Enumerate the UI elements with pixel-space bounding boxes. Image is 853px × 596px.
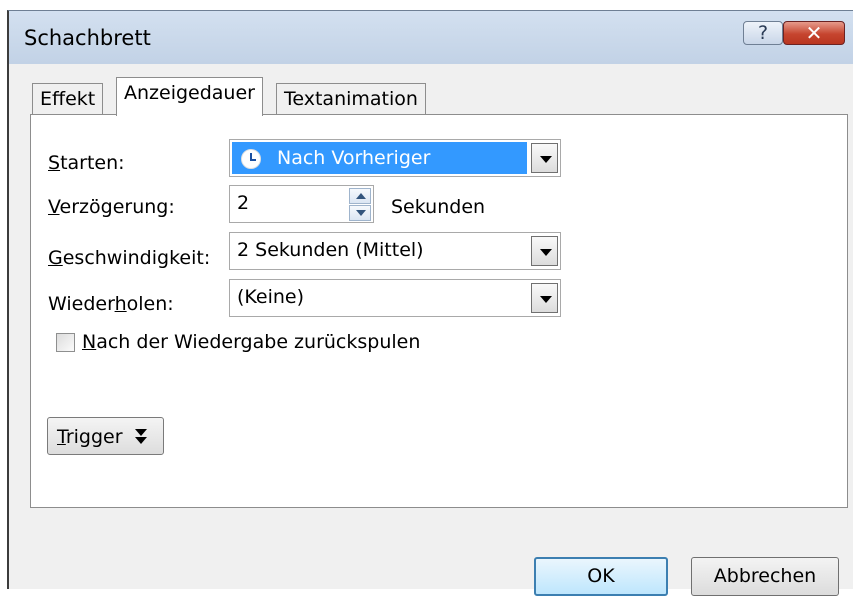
delay-stepper[interactable]: 2 xyxy=(229,185,374,223)
cancel-button[interactable]: Abbrechen xyxy=(691,557,839,596)
dialog-window: Schachbrett ? ✕ Effekt Anzeigedauer Text… xyxy=(7,10,853,596)
tab-textanimation[interactable]: Textanimation xyxy=(276,83,426,115)
rewind-checkbox[interactable] xyxy=(56,333,75,352)
spin-up-icon[interactable] xyxy=(349,188,371,204)
title-bar: Schachbrett ? ✕ xyxy=(9,11,853,64)
close-button[interactable]: ✕ xyxy=(783,21,845,45)
trigger-label: Trigger xyxy=(57,426,123,448)
tab-effekt[interactable]: Effekt xyxy=(32,83,104,115)
speed-value: 2 Sekunden (Mittel) xyxy=(237,239,424,261)
start-label: Starten: xyxy=(48,152,125,174)
trigger-button[interactable]: Trigger xyxy=(47,417,164,455)
speed-dropdown[interactable]: 2 Sekunden (Mittel) xyxy=(229,232,561,270)
help-button[interactable]: ? xyxy=(743,21,783,45)
delay-value: 2 xyxy=(237,192,250,214)
tab-panel: Starten: Nach Vorheriger Verzögerung: 2 … xyxy=(30,114,848,508)
spin-down-icon[interactable] xyxy=(349,205,371,221)
speed-label: Geschwindigkeit: xyxy=(48,247,211,269)
window-title: Schachbrett xyxy=(24,26,151,50)
chevron-down-icon[interactable] xyxy=(531,236,558,266)
dialog-body: Effekt Anzeigedauer Textanimation Starte… xyxy=(9,64,853,596)
repeat-dropdown[interactable]: (Keine) xyxy=(229,279,561,317)
double-chevron-down-icon xyxy=(134,427,148,447)
clock-icon xyxy=(241,149,261,169)
chevron-down-icon[interactable] xyxy=(531,143,558,173)
ok-button[interactable]: OK xyxy=(534,557,668,596)
delay-unit: Sekunden xyxy=(391,196,486,218)
start-selection: Nach Vorheriger xyxy=(232,142,527,174)
start-dropdown[interactable]: Nach Vorheriger xyxy=(229,139,561,177)
chevron-down-icon[interactable] xyxy=(531,283,558,313)
start-value: Nach Vorheriger xyxy=(277,147,431,169)
delay-label: Verzögerung: xyxy=(48,196,175,218)
repeat-value: (Keine) xyxy=(237,286,305,308)
repeat-label: Wiederholen: xyxy=(48,293,174,315)
tab-anzeigedauer[interactable]: Anzeigedauer xyxy=(116,77,263,116)
rewind-label[interactable]: Nach der Wiedergabe zurückspulen xyxy=(82,331,420,353)
